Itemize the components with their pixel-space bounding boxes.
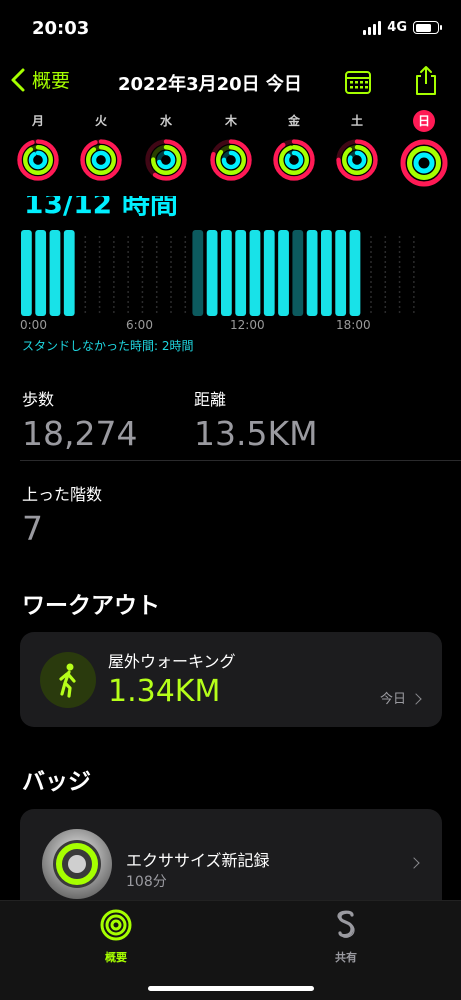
share-icon[interactable]: [412, 64, 440, 96]
stand-hours-chart: [21, 230, 415, 316]
stand-hour-bar: [306, 230, 318, 316]
axis-label-18: 18:00: [336, 318, 371, 332]
stand-hour-missed: [292, 230, 304, 316]
distance-label: 距離: [194, 390, 227, 409]
workout-date: 今日: [379, 688, 422, 707]
walking-icon: [40, 652, 96, 708]
steps-metric: 歩数 18,274: [22, 386, 137, 453]
activity-rings: [336, 139, 378, 181]
activity-detail-content: 13/12 時間 0:00 6:00 12:00 18:00 スタンドしなかった…: [0, 196, 461, 900]
axis-label-6: 6:00: [126, 318, 153, 332]
axis-label-0: 0:00: [20, 318, 47, 332]
activity-rings: [145, 139, 187, 181]
stand-hour-bar: [221, 230, 232, 316]
badge-detail: 108分: [126, 874, 167, 890]
floors-label: 上った階数: [22, 485, 103, 504]
calendar-icon[interactable]: [344, 69, 372, 95]
axis-label-12: 12:00: [230, 318, 265, 332]
stand-hour-bar: [63, 230, 75, 316]
stand-hour-bar: [349, 230, 361, 316]
chevron-right-icon: [410, 693, 422, 705]
stand-hour-bar: [235, 230, 247, 316]
distance-value: 13.5KM: [194, 414, 318, 453]
day-label: 火: [94, 114, 107, 128]
tab-summary-label: 概要: [105, 951, 127, 964]
tab-bar: 概要 共有: [0, 900, 461, 1000]
workouts-heading: ワークアウト: [22, 593, 160, 619]
steps-value: 18,274: [22, 414, 138, 453]
tab-sharing[interactable]: 共有: [296, 907, 396, 965]
day-0[interactable]: 月: [8, 110, 68, 182]
stand-hour-bar: [335, 230, 347, 316]
stand-hour-bar: [35, 230, 47, 316]
steps-label: 歩数: [22, 390, 55, 409]
day-label: 水: [159, 114, 172, 128]
status-time: 20:03: [32, 18, 90, 39]
cellular-signal-icon: [363, 20, 382, 35]
workout-name: 屋外ウォーキング: [108, 652, 236, 671]
activity-rings: [80, 139, 122, 181]
workout-card[interactable]: 屋外ウォーキング 1.34KM 今日: [20, 632, 442, 727]
day-4[interactable]: 金: [264, 110, 324, 182]
stand-missed-note: スタンドしなかった時間: 2時間: [22, 339, 194, 353]
tab-sharing-label: 共有: [335, 951, 357, 964]
day-label: 金: [287, 114, 300, 128]
day-label: 土: [350, 114, 363, 128]
page-title: 2022年3月20日 今日: [118, 74, 302, 95]
sharing-icon: [337, 910, 355, 938]
chevron-left-icon: [11, 68, 25, 91]
activity-rings: [400, 139, 448, 187]
day-label: 月: [31, 114, 44, 128]
badges-heading: バッジ: [22, 769, 91, 795]
status-indicators: 4G: [363, 20, 442, 35]
exercise-badge-icon: [42, 829, 112, 899]
stand-hour-bar: [263, 230, 275, 316]
workout-date-label: 今日: [379, 692, 406, 707]
day-2[interactable]: 水: [136, 110, 196, 182]
stand-hour-bar: [49, 230, 61, 316]
stand-hour-bar: [278, 230, 289, 316]
home-indicator: [148, 986, 314, 991]
day-3[interactable]: 木: [201, 110, 261, 182]
back-button[interactable]: 概要: [10, 66, 70, 93]
nav-bar: 概要 2022年3月20日 今日: [0, 56, 461, 106]
badge-card[interactable]: エクササイズ新記録 108分: [20, 809, 442, 900]
stand-hours-value: 13/12 時間: [24, 196, 178, 220]
day-5[interactable]: 土: [327, 110, 387, 182]
status-bar: 20:03 4G: [0, 0, 461, 56]
tab-summary[interactable]: 概要: [66, 907, 166, 965]
stand-hour-missed: [192, 230, 204, 316]
day-1[interactable]: 火: [71, 110, 131, 182]
badge-name: エクササイズ新記録: [126, 851, 270, 870]
battery-icon: [413, 21, 442, 34]
stand-hour-bar: [321, 230, 332, 316]
activity-rings: [210, 139, 252, 181]
stand-hour-bar: [249, 230, 261, 316]
day-label: 木: [224, 114, 237, 128]
day-label: 日: [413, 110, 435, 132]
floors-metric: 上った階数 7: [22, 481, 102, 548]
chevron-right-icon: [408, 857, 420, 869]
activity-rings-icon: [100, 909, 132, 941]
day-6[interactable]: 日: [394, 110, 454, 188]
week-selector: 月火水木金土日: [0, 110, 461, 196]
floors-value: 7: [22, 509, 43, 548]
stand-hour-bar: [21, 230, 32, 316]
distance-metric: 距離 13.5KM: [194, 386, 318, 453]
stand-hour-bar: [206, 230, 218, 316]
network-type: 4G: [387, 20, 407, 35]
divider: [20, 460, 461, 461]
workout-distance: 1.34KM: [108, 674, 221, 709]
activity-rings: [17, 139, 59, 181]
back-label: 概要: [32, 70, 71, 92]
activity-rings: [273, 139, 315, 181]
